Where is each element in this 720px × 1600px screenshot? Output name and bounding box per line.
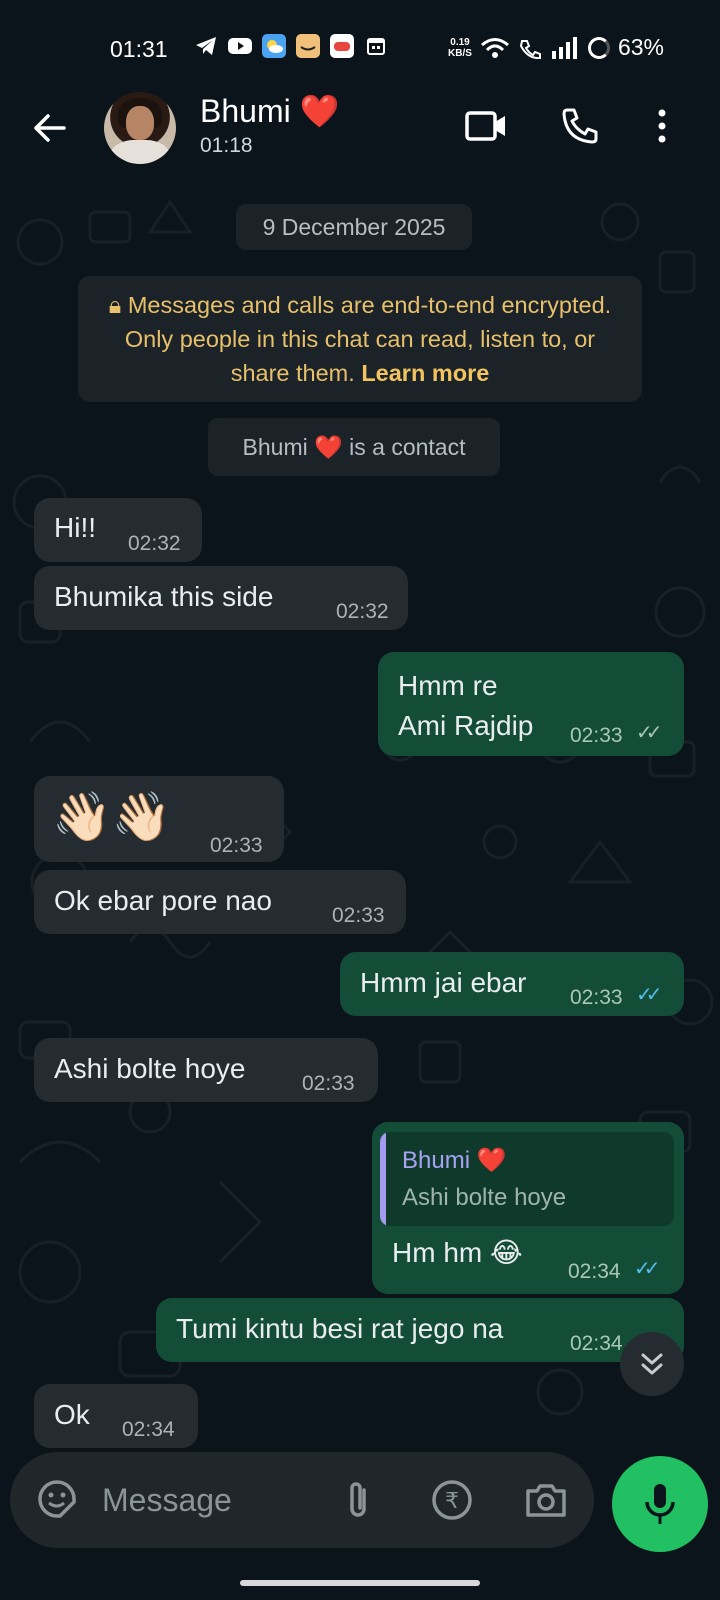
incoming-message[interactable]: Ok ebar pore nao 02:33 — [34, 870, 406, 934]
calendar-icon — [364, 34, 388, 58]
date-separator: 9 December 2025 — [236, 204, 472, 250]
outgoing-reply-message[interactable]: Bhumi ❤️ Ashi bolte hoye Hm hm 😂 02:34 ✓… — [372, 1122, 684, 1294]
more-options-button[interactable] — [640, 104, 684, 148]
incoming-message[interactable]: Ok 02:34 — [34, 1384, 198, 1448]
youtube-icon — [228, 34, 252, 58]
incoming-message[interactable]: Hi!! 02:32 — [34, 498, 202, 562]
outgoing-message[interactable]: Hmm jai ebar 02:33 ✓✓ — [340, 952, 684, 1016]
incoming-message[interactable]: Bhumika this side 02:32 — [34, 566, 408, 630]
composer-bar: ₹ — [0, 1452, 720, 1600]
waving-hands-emoji: 👋🏻👋🏻 — [52, 791, 172, 844]
incoming-message[interactable]: Ashi bolte hoye 02:33 — [34, 1038, 378, 1102]
network-speed: 0.19 KB/S — [448, 36, 472, 59]
attach-button[interactable] — [336, 1478, 380, 1522]
incoming-message[interactable]: 👋🏻👋🏻 02:33 — [34, 776, 284, 862]
encryption-notice[interactable]: 🔒︎ Messages and calls are end-to-end enc… — [78, 276, 642, 402]
double-tick-icon: ✓✓ — [636, 722, 662, 744]
weather-icon — [262, 34, 286, 58]
back-button[interactable] — [30, 108, 70, 148]
camera-icon — [526, 1484, 566, 1517]
payment-button[interactable]: ₹ — [430, 1478, 474, 1522]
outgoing-message[interactable]: Hmm re Ami Rajdip 02:33 ✓✓ — [378, 652, 684, 756]
phone-icon — [562, 108, 598, 144]
message-composer: ₹ — [10, 1452, 594, 1548]
message-input[interactable] — [102, 1478, 302, 1522]
quoted-message[interactable]: Bhumi ❤️ Ashi bolte hoye — [380, 1132, 674, 1226]
notification-icons — [194, 34, 388, 58]
svg-text:₹: ₹ — [445, 1489, 459, 1514]
double-tick-icon: ✓✓ — [636, 984, 662, 1006]
amazon-icon — [296, 34, 320, 58]
back-arrow-icon — [34, 114, 66, 142]
chat-header: Bhumi ❤️ 01:18 — [0, 92, 720, 182]
voice-message-button[interactable] — [612, 1456, 708, 1552]
double-chevron-down-icon — [641, 1353, 663, 1375]
battery-percent: 63% — [617, 34, 664, 60]
kebab-menu-icon — [658, 109, 666, 143]
scroll-to-bottom-button[interactable] — [620, 1332, 684, 1396]
microphone-icon — [645, 1484, 675, 1524]
learn-more-link[interactable]: Learn more — [361, 360, 489, 386]
lock-icon: 🔒︎ — [108, 292, 122, 318]
system-status: 0.19 KB/S 63% — [448, 34, 664, 61]
camera-button[interactable] — [524, 1478, 568, 1522]
contact-name[interactable]: Bhumi ❤️ — [200, 92, 339, 130]
wifi-icon — [480, 37, 509, 58]
telegram-icon — [194, 34, 218, 58]
last-seen: 01:18 — [200, 134, 253, 157]
contact-notice: Bhumi ❤️ is a contact — [208, 418, 500, 476]
double-tick-icon: ✓✓ — [634, 1258, 660, 1280]
status-bar: 01:31 0.19 KB/S 63% — [0, 0, 720, 92]
outgoing-message[interactable]: Tumi kintu besi rat jego na 02:34 ✓✓ — [156, 1298, 684, 1362]
paperclip-icon — [350, 1482, 366, 1517]
sticker-button[interactable] — [34, 1476, 80, 1522]
status-time: 01:31 — [110, 36, 168, 62]
wifi-calling-icon — [519, 39, 541, 59]
voice-call-button[interactable] — [558, 104, 602, 148]
video-call-button[interactable] — [464, 104, 508, 148]
video-camera-icon — [465, 111, 505, 141]
contact-avatar[interactable] — [104, 92, 176, 164]
heart-emoji: ❤️ — [299, 93, 340, 129]
chat-area[interactable]: 9 December 2025 🔒︎ Messages and calls ar… — [0, 182, 720, 1452]
signal-icon — [551, 36, 577, 59]
home-indicator[interactable] — [240, 1580, 480, 1586]
sticker-icon — [38, 1480, 76, 1518]
battery-icon — [587, 36, 610, 59]
game-icon — [330, 34, 354, 58]
rupee-icon: ₹ — [432, 1480, 472, 1520]
